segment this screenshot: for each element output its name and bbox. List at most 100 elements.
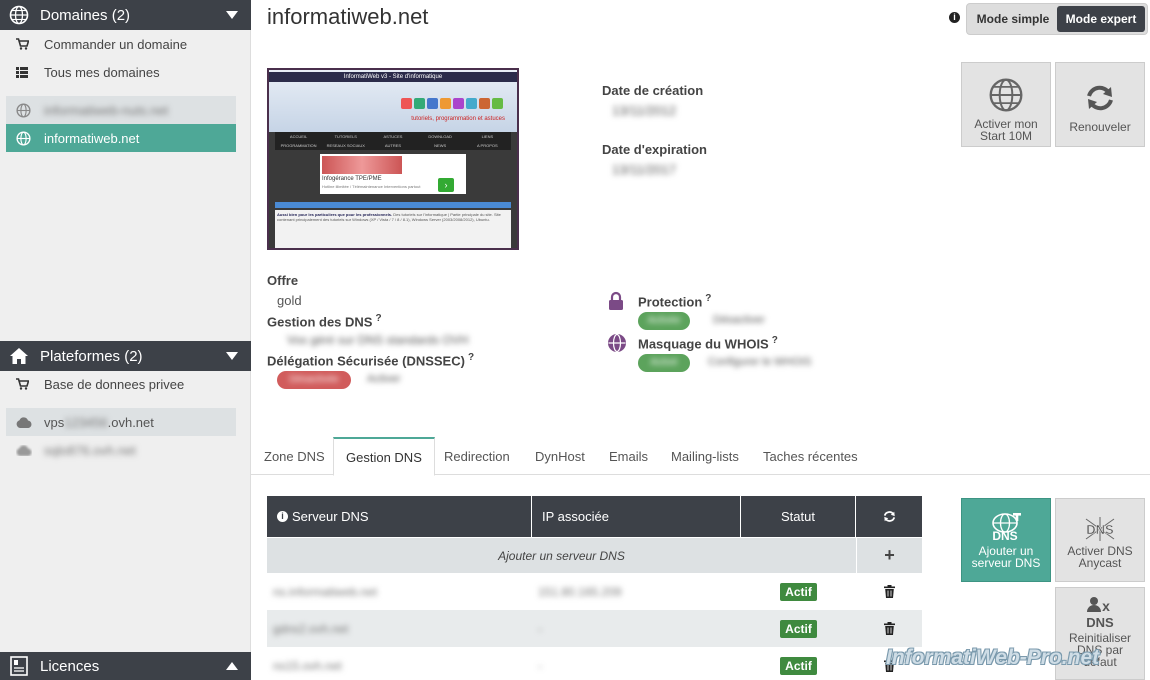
creation-date-label: Date de création xyxy=(602,83,704,98)
add-server-label: Ajouter un serveur DNS xyxy=(498,548,625,563)
expiration-date-value: 13/11/2017 xyxy=(612,162,677,177)
dns-management-label: Gestion des DNS? xyxy=(267,313,382,330)
header-status: Statut xyxy=(741,496,856,537)
dnssec-label: Délégation Sécurisée (DNSSEC)? xyxy=(267,352,475,369)
mode-simple-button[interactable]: Mode simple xyxy=(969,6,1057,32)
add-dns-icon: DNS xyxy=(989,513,1023,543)
whois-label: Masquage du WHOIS? xyxy=(638,335,778,352)
private-db-link[interactable]: Base de donnees privee xyxy=(0,370,251,398)
row-status: Actif xyxy=(741,610,856,647)
sidebar: Domaines (2) Commander un domaine Tous m… xyxy=(0,0,251,680)
dns-management-value: Vos géré sur DNS standards OVH xyxy=(287,333,469,347)
refresh-icon[interactable] xyxy=(856,496,922,537)
preview-bar xyxy=(275,202,511,208)
globe-icon xyxy=(988,77,1024,115)
table-row: ns.informatiweb.net 151.80.165.209 Actif xyxy=(267,573,922,610)
trash-icon[interactable] xyxy=(856,573,922,610)
sidebar-item-informatiweb[interactable]: informatiweb.net xyxy=(6,124,236,152)
chevron-right-icon: › xyxy=(438,178,454,192)
protection-label: Protection? xyxy=(638,293,712,310)
all-domains-link[interactable]: Tous mes domaines xyxy=(0,58,251,86)
row-server: ns.informatiweb.net xyxy=(273,584,378,599)
whois-configure-link[interactable]: Configurer le WHOIS xyxy=(708,356,811,368)
main-content: informatiweb.net i Mode simple Mode expe… xyxy=(251,0,1150,680)
row-ip: - xyxy=(538,621,542,636)
expiration-date-label: Date d'expiration xyxy=(602,142,707,157)
mode-expert-button[interactable]: Mode expert xyxy=(1057,6,1145,32)
chevron-down-icon xyxy=(226,352,238,360)
preview-menu: ACCUEIL TUTORIELS ASTUCES DOWNLOAD LIENS PRO… xyxy=(275,132,511,150)
licences-section-title: Licences xyxy=(40,657,100,675)
renew-label: Renouveler xyxy=(1069,120,1131,134)
info-icon[interactable]: i xyxy=(949,12,960,23)
dnssec-activate-link[interactable]: Activer xyxy=(367,373,401,385)
platforms-section-header[interactable]: Plateformes (2) xyxy=(0,341,251,371)
info-icon[interactable]: i xyxy=(277,511,288,522)
add-server-row[interactable]: Ajouter un serveur DNS + xyxy=(267,537,922,573)
lock-icon xyxy=(608,291,624,314)
status-badge: Actif xyxy=(780,656,817,675)
row-status: Actif xyxy=(741,573,856,610)
preview-logos xyxy=(401,98,503,109)
protection-deactivate-link[interactable]: Désactiver xyxy=(713,314,765,326)
creation-date-value: 13/11/2012 xyxy=(612,103,677,118)
order-domain-link[interactable]: Commander un domaine xyxy=(0,30,251,58)
add-dns-server-label: Ajouter un serveur DNS xyxy=(971,544,1041,570)
tab-dynhost[interactable]: DynHost xyxy=(523,437,597,475)
preview-tagline: tutoriels, programmation et astuces xyxy=(411,116,505,122)
dns-reset-icon: x DNS xyxy=(1083,596,1117,630)
sidebar-item-sql[interactable]: sqlo876.ovh.net xyxy=(6,436,236,464)
home-icon xyxy=(8,345,30,367)
add-icon[interactable]: + xyxy=(856,538,922,573)
svg-text:DNS: DNS xyxy=(1086,615,1114,628)
watermark: InformatiWeb-Pro.net xyxy=(886,646,1100,669)
tab-bar: Zone DNS Gestion DNS Redirection DynHost… xyxy=(251,437,1150,476)
tab-mailing-lists[interactable]: Mailing-lists xyxy=(659,437,751,475)
renew-button[interactable]: Renouveler xyxy=(1055,62,1145,147)
table-row: ns15.ovh.net - Actif xyxy=(267,647,922,680)
domains-section-header[interactable]: Domaines (2) xyxy=(0,0,251,30)
sidebar-item-domain-1[interactable]: informatiweb-nuts.net xyxy=(6,96,236,124)
protection-status-badge: Activée xyxy=(638,312,690,330)
tab-zone-dns[interactable]: Zone DNS xyxy=(252,437,337,475)
domains-section-title: Domaines (2) xyxy=(40,6,131,24)
help-icon[interactable]: ? xyxy=(468,352,474,363)
offer-value: gold xyxy=(277,293,302,308)
licences-section-header[interactable]: Licences xyxy=(0,652,251,680)
dnssec-status-badge: Désactivée xyxy=(277,371,351,389)
header-ip: IP associée xyxy=(532,496,741,537)
offer-label: Offre xyxy=(267,273,299,288)
whois-icon xyxy=(607,333,627,356)
sidebar-item-vps[interactable]: vps123456.ovh.net xyxy=(6,408,236,436)
sidebar-item-vps-label: vps123456.ovh.net xyxy=(44,414,154,430)
all-domains-label: Tous mes domaines xyxy=(44,64,160,80)
globe-icon xyxy=(16,130,32,146)
activate-start10m-button[interactable]: Activer mon Start 10M xyxy=(961,62,1051,147)
table-row: gdns2.ovh.net - Actif xyxy=(267,610,922,647)
sidebar-item-informatiweb-label: informatiweb.net xyxy=(44,130,140,146)
refresh-icon xyxy=(1085,85,1115,113)
preview-ad-title: Infogérance TPE/PME xyxy=(322,176,382,182)
row-status: Actif xyxy=(741,647,856,680)
tab-recent-tasks[interactable]: Taches récentes xyxy=(751,437,870,475)
help-icon[interactable]: ? xyxy=(375,313,381,324)
globe-icon xyxy=(16,102,32,118)
row-server: gdns2.ovh.net xyxy=(273,621,349,636)
preview-ad: Infogérance TPE/PME Hotline illimitée / … xyxy=(320,154,466,194)
order-domain-label: Commander un domaine xyxy=(44,36,188,52)
activate-anycast-button[interactable]: DNS Activer DNS Anycast xyxy=(1055,498,1145,582)
trash-icon[interactable] xyxy=(856,610,922,647)
add-dns-server-button[interactable]: DNS Ajouter un serveur DNS xyxy=(961,498,1051,582)
help-icon[interactable]: ? xyxy=(772,335,778,346)
cloud-icon xyxy=(16,444,32,456)
help-icon[interactable]: ? xyxy=(705,293,711,304)
site-preview: InformatiWeb v3 - Site d'informatique tu… xyxy=(267,68,519,250)
cloud-icon xyxy=(16,416,32,428)
chevron-up-icon xyxy=(226,662,238,670)
svg-text:DNS: DNS xyxy=(992,529,1017,541)
preview-text: Aussi bien pour les particuliers que pou… xyxy=(275,210,511,248)
activate-anycast-label: Activer DNS Anycast xyxy=(1067,544,1133,570)
tab-redirection[interactable]: Redirection xyxy=(432,437,522,475)
tab-emails[interactable]: Emails xyxy=(597,437,660,475)
tab-gestion-dns[interactable]: Gestion DNS xyxy=(333,437,435,476)
